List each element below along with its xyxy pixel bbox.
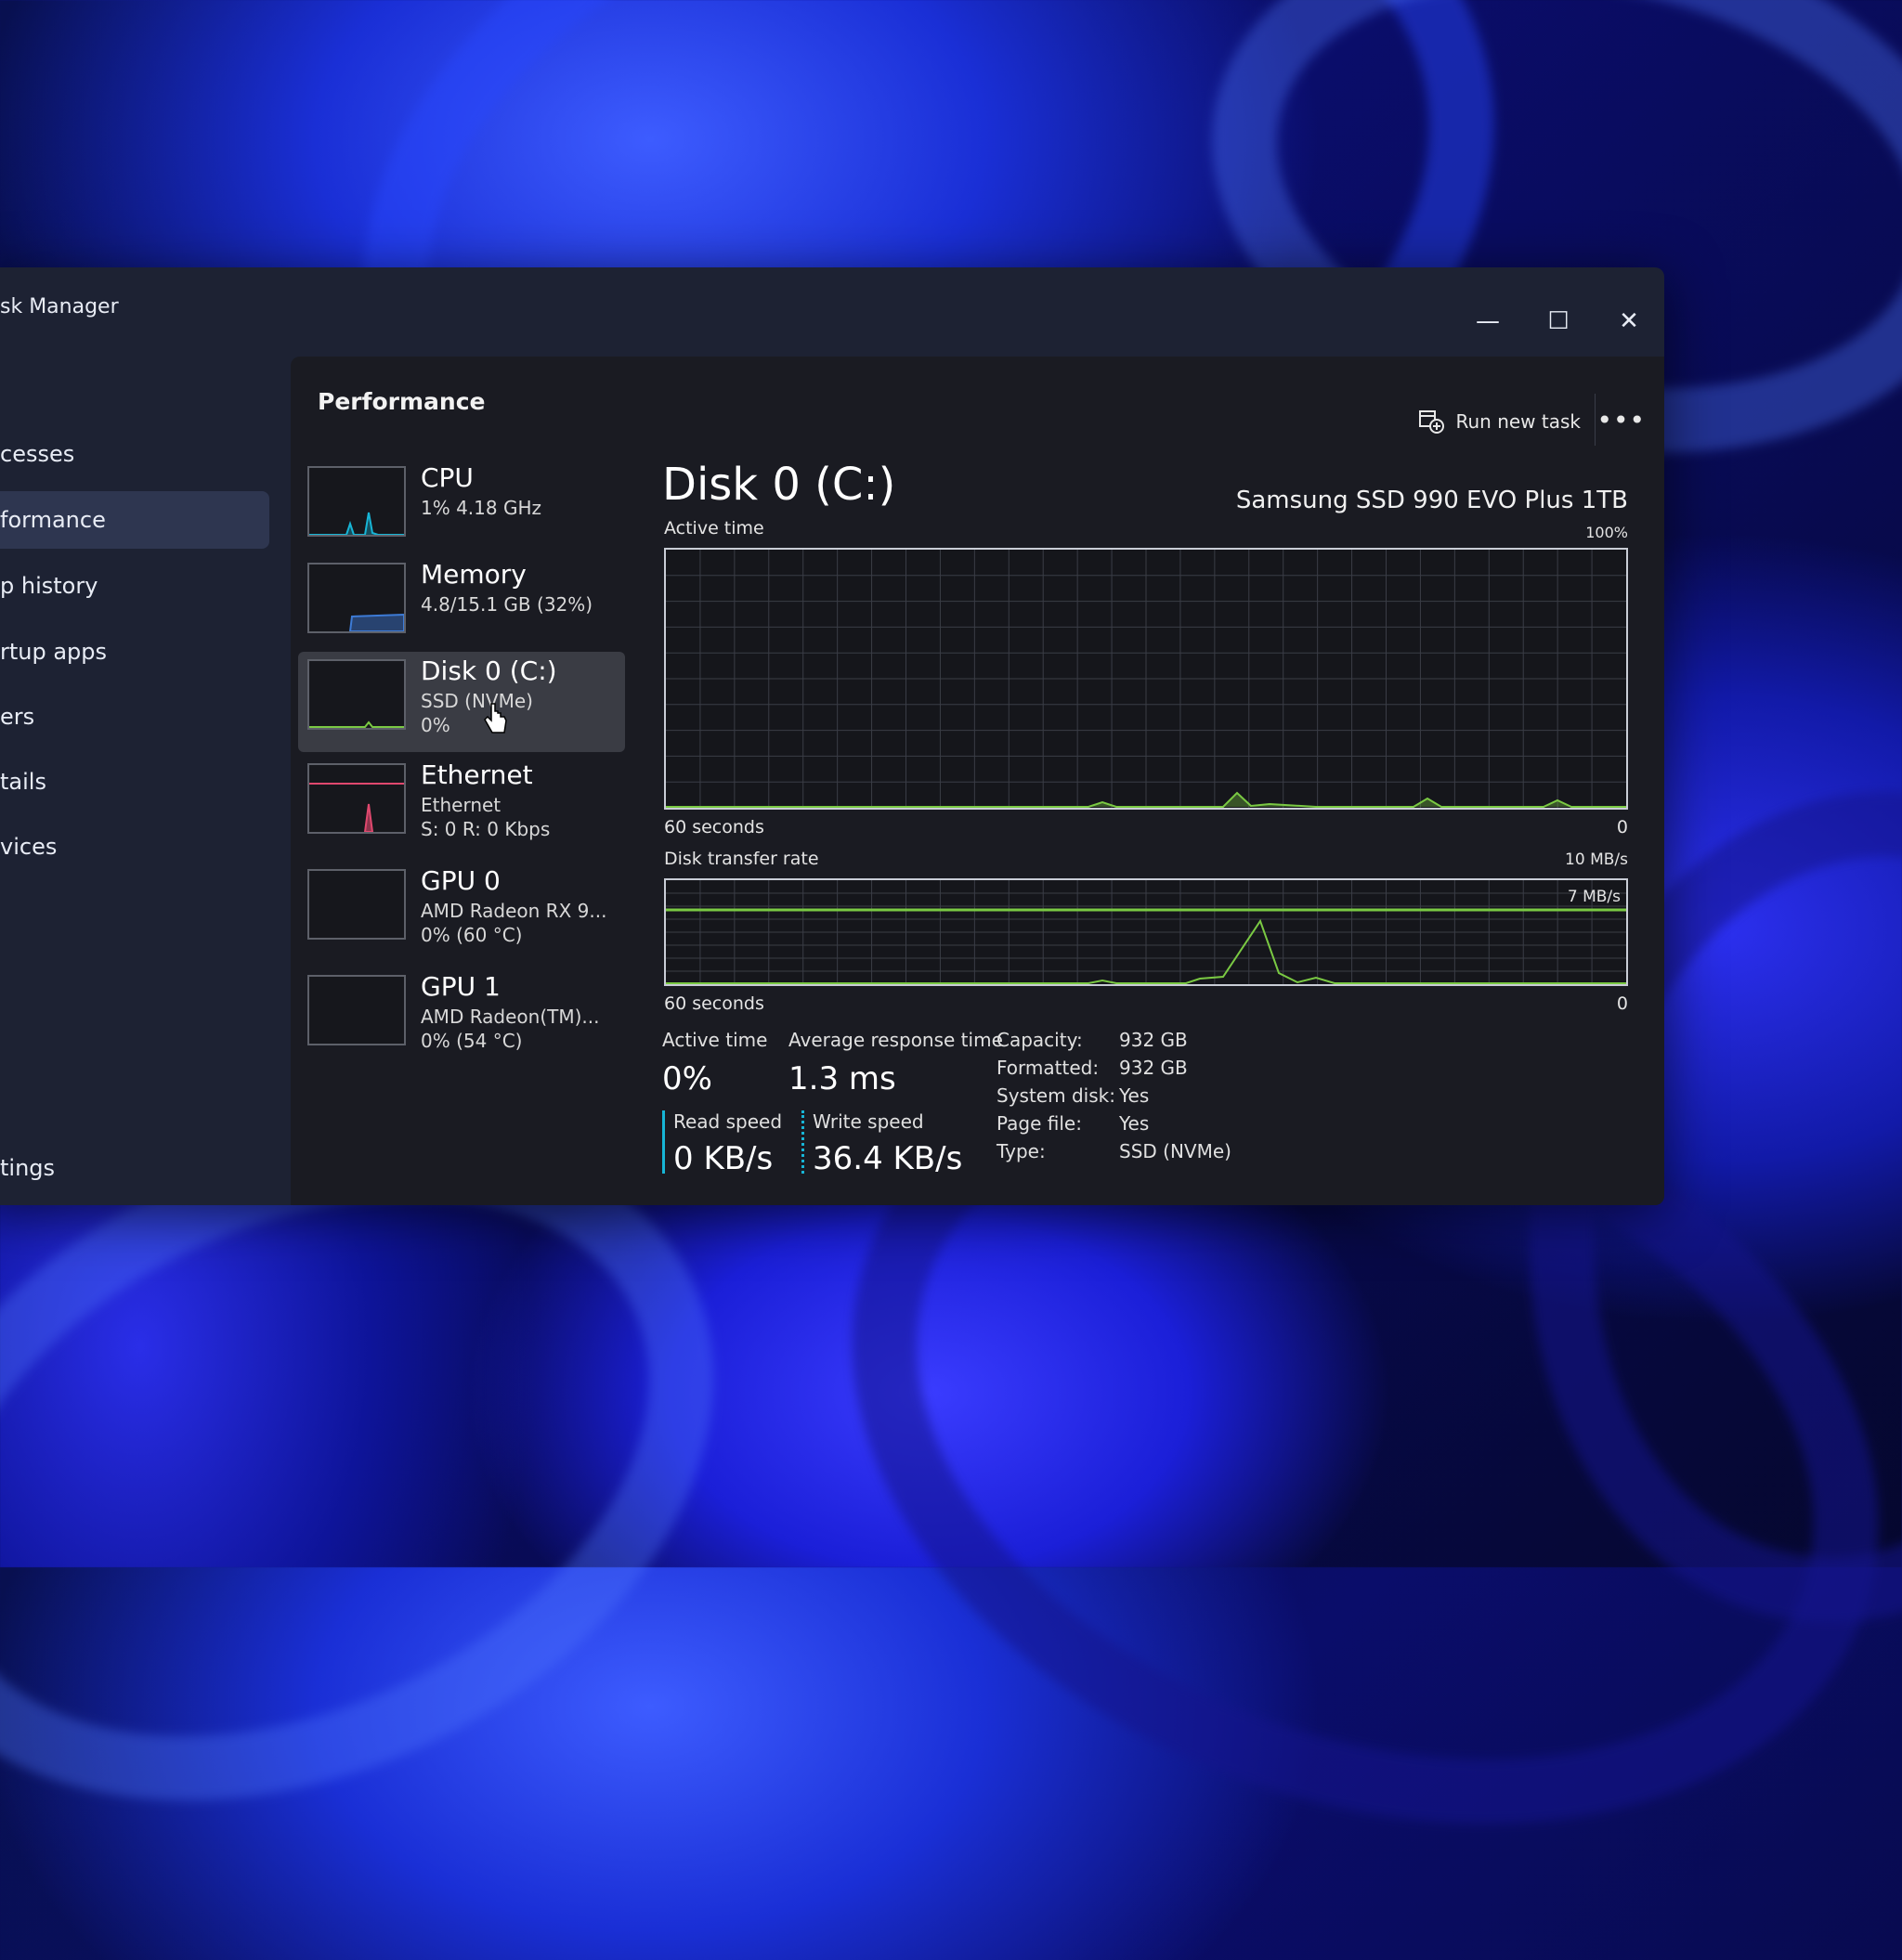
nav-item-details[interactable]: tails: [0, 753, 269, 811]
type-value: SSD (NVMe): [1119, 1140, 1231, 1162]
run-task-icon: [1419, 410, 1445, 434]
disk-title: Disk 0 (C:): [662, 459, 896, 511]
minimize-button[interactable]: —: [1471, 305, 1505, 338]
gpu-usage: 0% (60 °C): [421, 924, 523, 946]
nav-item-app-history[interactable]: p history: [0, 557, 269, 615]
disk-thumbnail: [307, 659, 406, 730]
memory-thumbnail: [307, 563, 406, 633]
device-name: CPU: [421, 462, 474, 493]
nav-item-users[interactable]: ers: [0, 688, 269, 746]
formatted-key: Formatted:: [997, 1057, 1100, 1079]
device-item-disk-0[interactable]: Disk 0 (C:) SSD (NVMe) 0%: [298, 652, 625, 752]
page-file-value: Yes: [1119, 1112, 1150, 1135]
device-detail: Ethernet S: 0 R: 0 Kbps: [421, 793, 550, 841]
device-item-ethernet[interactable]: Ethernet Ethernet S: 0 R: 0 Kbps: [298, 756, 625, 856]
close-icon: ✕: [1619, 307, 1639, 335]
read-speed-marker: [662, 1110, 665, 1174]
page-title: Performance: [318, 388, 486, 415]
minimize-icon: —: [1476, 307, 1500, 335]
device-detail: 4.8/15.1 GB (32%): [421, 593, 593, 616]
device-name: Memory: [421, 559, 527, 590]
transfer-rate-max: 10 MB/s: [1565, 850, 1628, 869]
task-manager-window: sk Manager — ☐ ✕ cesses formance p histo…: [0, 267, 1664, 1205]
transfer-rate-chart: 7 MB/s: [664, 878, 1628, 986]
close-button[interactable]: ✕: [1612, 305, 1646, 338]
ethernet-thumbnail: [307, 763, 406, 834]
header-divider: [1595, 394, 1596, 446]
title-bar: sk Manager — ☐ ✕: [0, 267, 1664, 360]
transfer-rate-label: Disk transfer rate: [664, 849, 819, 869]
system-disk-key: System disk:: [997, 1084, 1115, 1107]
nav-item-startup-apps[interactable]: rtup apps: [0, 623, 269, 681]
avg-response-label: Average response time: [788, 1029, 1003, 1051]
maximize-button[interactable]: ☐: [1542, 305, 1575, 338]
device-item-gpu-1[interactable]: GPU 1 AMD Radeon(TM)... 0% (54 °C): [298, 967, 625, 1068]
disk-model: Samsung SSD 990 EVO Plus 1TB: [1235, 487, 1628, 514]
nav-item-services[interactable]: vices: [0, 818, 269, 876]
gpu-usage: 0% (54 °C): [421, 1030, 523, 1052]
gpu-thumbnail: [307, 869, 406, 940]
type-key: Type:: [997, 1140, 1046, 1162]
active-time-window: 60 seconds: [664, 817, 764, 837]
window-controls: — ☐ ✕: [1471, 305, 1646, 338]
device-name: Ethernet: [421, 759, 533, 790]
performance-header: Performance Run new task •••: [291, 357, 1664, 459]
gpu-thumbnail: [307, 975, 406, 1045]
run-new-task-label: Run new task: [1455, 410, 1581, 433]
active-time-max: 100%: [1585, 524, 1628, 541]
device-detail: SSD (NVMe) 0%: [421, 689, 533, 737]
nav-item-settings[interactable]: tings: [0, 1139, 269, 1197]
device-usage: 0%: [421, 714, 450, 736]
gpu-model: AMD Radeon RX 9...: [421, 900, 607, 922]
gpu-model: AMD Radeon(TM)...: [421, 1006, 600, 1028]
mouse-cursor-icon: [484, 703, 507, 733]
device-item-cpu[interactable]: CPU 1% 4.18 GHz: [298, 459, 625, 559]
active-time-label: Active time: [664, 518, 764, 539]
adapter-name: Ethernet: [421, 794, 502, 816]
transfer-rate-window: 60 seconds: [664, 993, 764, 1014]
transfer-rate-scale-line: 7 MB/s: [1567, 888, 1621, 906]
active-time-min: 0: [1616, 817, 1628, 837]
device-detail: 1% 4.18 GHz: [421, 497, 542, 519]
device-item-gpu-0[interactable]: GPU 0 AMD Radeon RX 9... 0% (60 °C): [298, 862, 625, 962]
active-time-chart: [664, 548, 1628, 810]
device-item-memory[interactable]: Memory 4.8/15.1 GB (32%): [298, 555, 625, 655]
maximize-icon: ☐: [1547, 307, 1570, 335]
device-detail: AMD Radeon RX 9... 0% (60 °C): [421, 899, 606, 947]
nav-item-processes[interactable]: cesses: [0, 425, 269, 483]
throughput: S: 0 R: 0 Kbps: [421, 818, 551, 840]
page-file-key: Page file:: [997, 1112, 1082, 1135]
app-title: sk Manager: [0, 295, 119, 318]
capacity-key: Capacity:: [997, 1029, 1083, 1051]
more-options-icon[interactable]: •••: [1596, 405, 1646, 435]
cpu-thumbnail: [307, 466, 406, 537]
write-speed-label: Write speed: [813, 1110, 924, 1133]
capacity-value: 932 GB: [1119, 1029, 1188, 1051]
device-type: SSD (NVMe): [421, 690, 533, 712]
run-new-task-button[interactable]: Run new task: [1418, 409, 1581, 435]
write-speed-marker: [801, 1110, 804, 1174]
nav-item-performance[interactable]: formance: [0, 491, 269, 549]
device-detail: AMD Radeon(TM)... 0% (54 °C): [421, 1005, 599, 1053]
read-speed-label: Read speed: [673, 1110, 783, 1133]
write-speed-value: 36.4 KB/s: [813, 1140, 963, 1177]
formatted-value: 932 GB: [1119, 1057, 1188, 1079]
transfer-rate-min: 0: [1616, 993, 1628, 1014]
device-name: GPU 0: [421, 865, 501, 896]
active-time-stat-value: 0%: [662, 1060, 712, 1097]
device-name: GPU 1: [421, 971, 501, 1002]
system-disk-value: Yes: [1119, 1084, 1150, 1107]
performance-panel: Performance Run new task ••• CPU 1% 4.18…: [291, 357, 1664, 1205]
device-name: Disk 0 (C:): [421, 655, 557, 686]
active-time-stat-label: Active time: [662, 1029, 768, 1051]
avg-response-value: 1.3 ms: [788, 1060, 896, 1097]
read-speed-value: 0 KB/s: [673, 1140, 774, 1177]
